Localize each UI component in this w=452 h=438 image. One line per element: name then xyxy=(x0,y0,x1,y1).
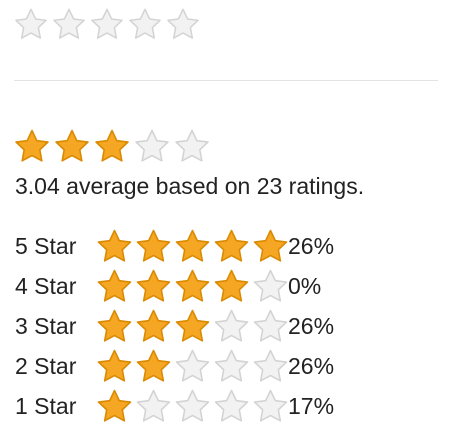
star-empty-icon xyxy=(251,308,290,344)
divider xyxy=(14,80,438,81)
star-empty-icon xyxy=(251,348,290,384)
breakdown-percent: 26% xyxy=(288,313,335,339)
star-empty-icon xyxy=(251,268,290,304)
star-empty-icon xyxy=(251,388,290,424)
star-outline-icon[interactable] xyxy=(12,7,50,41)
star-filled-icon xyxy=(173,228,212,264)
breakdown-stars xyxy=(95,228,290,264)
breakdown-label: 2 Star xyxy=(15,353,77,379)
star-filled-icon xyxy=(92,128,132,164)
star-empty-icon xyxy=(212,388,251,424)
breakdown-label: 3 Star xyxy=(15,313,77,339)
breakdown-percent: 26% xyxy=(288,233,335,259)
star-outline-icon[interactable] xyxy=(126,7,164,41)
star-filled-icon xyxy=(95,228,134,264)
star-filled-icon xyxy=(212,228,251,264)
star-empty-icon xyxy=(134,388,173,424)
star-filled-icon xyxy=(52,128,92,164)
star-empty-icon xyxy=(173,348,212,384)
star-filled-icon xyxy=(95,308,134,344)
rate-star-selector[interactable] xyxy=(12,7,202,41)
breakdown-stars xyxy=(95,388,290,424)
breakdown-label: 4 Star xyxy=(15,273,77,299)
breakdown-stars xyxy=(95,308,290,344)
star-empty-icon xyxy=(212,308,251,344)
breakdown-stars xyxy=(95,348,290,384)
breakdown-row-5-star: 5 Star 26% xyxy=(15,226,334,266)
star-outline-icon[interactable] xyxy=(88,7,126,41)
average-rating-summary: 3.04 average based on 23 ratings. xyxy=(15,173,365,199)
breakdown-row-4-star: 4 Star 0% xyxy=(15,266,334,306)
star-filled-icon xyxy=(212,268,251,304)
breakdown-percent: 17% xyxy=(288,393,335,419)
rating-breakdown: 5 Star 26% 4 Star 0% 3 Star 26% 2 Star 2… xyxy=(15,226,334,426)
star-filled-icon xyxy=(173,268,212,304)
breakdown-row-3-star: 3 Star 26% xyxy=(15,306,334,346)
breakdown-percent: 26% xyxy=(288,353,335,379)
star-filled-icon xyxy=(95,348,134,384)
star-filled-icon xyxy=(134,228,173,264)
star-filled-icon xyxy=(95,268,134,304)
breakdown-percent: 0% xyxy=(288,273,322,299)
average-rating-stars xyxy=(12,128,212,164)
star-empty-icon xyxy=(172,128,212,164)
star-filled-icon xyxy=(173,308,212,344)
star-filled-icon xyxy=(251,228,290,264)
star-filled-icon xyxy=(134,268,173,304)
star-outline-icon[interactable] xyxy=(50,7,88,41)
breakdown-row-2-star: 2 Star 26% xyxy=(15,346,334,386)
breakdown-label: 5 Star xyxy=(15,233,77,259)
star-filled-icon xyxy=(134,308,173,344)
breakdown-stars xyxy=(95,268,290,304)
star-filled-icon xyxy=(134,348,173,384)
breakdown-row-1-star: 1 Star 17% xyxy=(15,386,334,426)
star-empty-icon xyxy=(173,388,212,424)
star-empty-icon xyxy=(212,348,251,384)
breakdown-label: 1 Star xyxy=(15,393,77,419)
star-empty-icon xyxy=(132,128,172,164)
star-filled-icon xyxy=(12,128,52,164)
star-filled-icon xyxy=(95,388,134,424)
star-outline-icon[interactable] xyxy=(164,7,202,41)
